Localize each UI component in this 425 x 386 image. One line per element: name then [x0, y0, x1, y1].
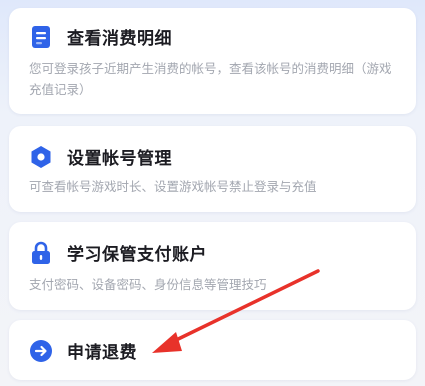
hexagon-settings-icon: [29, 145, 53, 169]
card-header: 学习保管支付账户: [29, 240, 207, 265]
document-icon: [29, 25, 53, 49]
lock-icon: [29, 241, 53, 265]
card-description: 可查看帐号游戏时长、设置游戏帐号禁止登录与充值: [29, 179, 317, 194]
card-title: 学习保管支付账户: [67, 245, 207, 265]
card-consumption-details[interactable]: 查看消费明细 您可登录孩子近期产生消费的帐号，查看该帐号的消费明细（游戏充值记录…: [9, 8, 416, 114]
card-description: 您可登录孩子近期产生消费的帐号，查看该帐号的消费明细（游戏充值记录）: [29, 61, 392, 97]
card-title: 申请退费: [67, 343, 137, 363]
card-apply-refund[interactable]: 申请退费: [9, 320, 416, 380]
card-title: 设置帐号管理: [67, 149, 172, 169]
card-title: 查看消费明细: [67, 29, 172, 49]
card-header: 申请退费: [29, 338, 137, 363]
card-account-management[interactable]: 设置帐号管理 可查看帐号游戏时长、设置游戏帐号禁止登录与充值: [9, 126, 416, 212]
card-header: 设置帐号管理: [29, 144, 172, 169]
card-description: 支付密码、设备密码、身份信息等管理技巧: [29, 277, 267, 292]
card-payment-account[interactable]: 学习保管支付账户 支付密码、设备密码、身份信息等管理技巧: [9, 222, 416, 310]
arrow-right-circle-icon: [29, 339, 53, 363]
card-header: 查看消费明细: [29, 24, 172, 49]
